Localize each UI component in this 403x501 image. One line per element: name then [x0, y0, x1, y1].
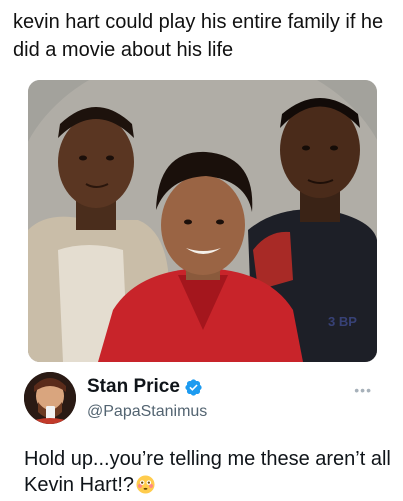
tweet-body: Hold up...you’re telling me these aren’t… [24, 448, 391, 496]
author-handle[interactable]: @PapaStanimus [87, 402, 207, 422]
flushed-face-emoji-icon [136, 475, 155, 494]
photo-watermark: 3 BP [328, 314, 357, 329]
family-photo[interactable]: 3 BP [28, 80, 377, 362]
author-name[interactable]: Stan Price [87, 376, 180, 398]
avatar[interactable] [24, 372, 76, 424]
verified-badge-icon [184, 378, 203, 397]
author-name-row: Stan Price [87, 376, 203, 398]
family-photo-illustration: 3 BP [28, 80, 377, 362]
tweet-header: Stan Price @PapaStanimus ••• [24, 372, 380, 424]
more-options-icon[interactable]: ••• [354, 382, 372, 398]
avatar-image [24, 372, 76, 424]
tweet-text: Hold up...you’re telling me these aren’t… [24, 446, 394, 498]
post-caption: kevin hart could play his entire family … [13, 11, 384, 61]
